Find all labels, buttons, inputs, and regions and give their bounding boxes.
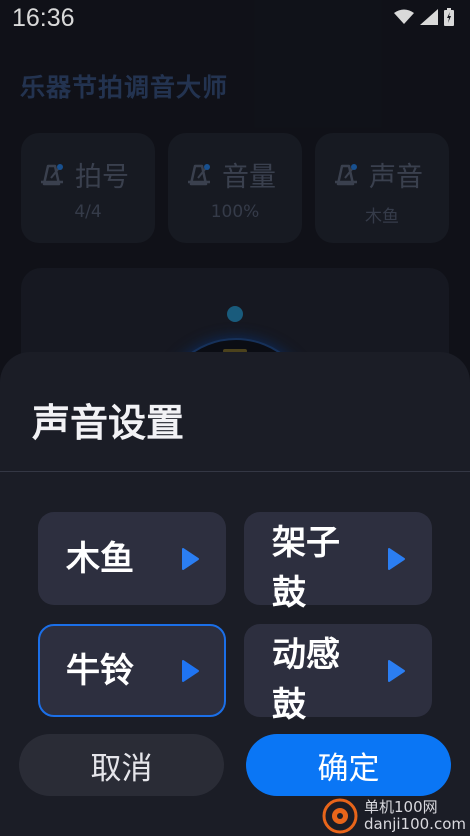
play-icon [182,547,199,570]
sheet-title: 声音设置 [32,401,185,445]
sound-option-drum-kit[interactable]: 架子鼓 [244,512,432,613]
option-label: 架子鼓 [272,523,340,613]
option-label: 牛铃 [66,650,134,691]
sheet-divider [0,471,470,472]
watermark-line1: 单机100网 [364,798,438,816]
cancel-button[interactable]: 取消 [19,734,224,796]
confirm-button[interactable]: 确定 [246,734,451,796]
option-label: 木鱼 [66,538,134,579]
play-icon [182,659,199,682]
watermark-line2: danji100.com [364,815,466,833]
sound-option-wood-block[interactable]: 木鱼 [38,512,226,605]
sound-option-dynamic-drum[interactable]: 动感鼓 [244,624,432,725]
watermark: 单机100网 danji100.com [322,798,466,834]
option-label: 动感鼓 [272,635,340,725]
play-icon [388,547,405,570]
play-icon [388,659,405,682]
sound-option-cowbell[interactable]: 牛铃 [38,624,226,717]
watermark-logo-icon [322,798,358,834]
